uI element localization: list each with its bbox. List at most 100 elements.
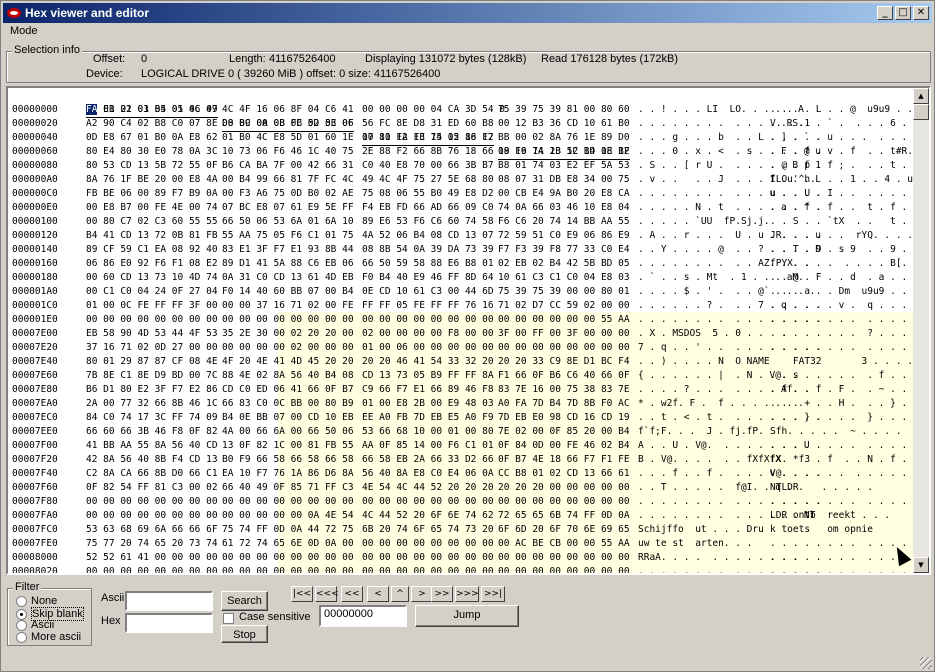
ascii-text-1[interactable]: . A . . r . . . U . u . . . . u [638, 229, 821, 243]
resize-grip-icon[interactable] [920, 657, 932, 669]
ascii-text-1[interactable]: { . . . . . . | . N . V@. . [638, 369, 798, 383]
nav-back-button[interactable]: < [367, 586, 389, 602]
row-offset[interactable]: 000001C0 [12, 299, 82, 313]
hex-bytes-4[interactable]: 71 02 D7 CC 59 02 00 00 [498, 299, 630, 313]
hex-bytes-4[interactable]: 00 00 00 00 00 00 00 00 [498, 495, 630, 509]
row-offset[interactable]: 000000A0 [12, 173, 82, 187]
hex-bytes-2[interactable]: 00 F3 A6 75 0D B0 02 AE [222, 187, 354, 201]
ascii-text-1[interactable]: . . . . . . . . . . . u . . . . [638, 187, 821, 201]
nav-up-button[interactable]: ^ [391, 586, 409, 602]
hex-bytes-2[interactable]: 0A 31 C0 CD 13 61 4D EB [222, 271, 354, 285]
ascii-text-1[interactable]: . . . . . . . . . . . . . . . . [638, 313, 821, 327]
hex-bytes-3[interactable]: 00 00 00 00 00 00 00 00 [362, 551, 494, 565]
hex-bytes-1[interactable]: 53 63 68 69 6A 66 66 6F [86, 523, 218, 537]
hex-bytes-4[interactable]: 08 07 31 DB E8 34 00 75 [498, 173, 630, 187]
row-offset[interactable]: 00007EE0 [12, 425, 82, 439]
filter-more-ascii-radio[interactable]: More ascii [16, 631, 81, 643]
hex-bytes-1[interactable]: 00 E8 B7 00 FE 4E 00 74 [86, 201, 218, 215]
ascii-text-1[interactable]: * . w2f. F . f . . . . . . . [638, 397, 804, 411]
ascii-text-2[interactable]: . . @ . F . . d . a . . . . . . [770, 271, 929, 285]
ascii-text-2[interactable]: . . . . . . . . . . . . . . U. [770, 313, 929, 327]
ascii-text-2[interactable]: LDR ontb reekt . . . [770, 509, 900, 523]
hex-bytes-2[interactable]: 66 50 06 53 6A 01 6A 10 [222, 215, 354, 229]
ascii-text-2[interactable]: V. . .1 . ` . . . . 6 . . a . [770, 117, 929, 131]
hex-bytes-2[interactable]: B4 0E BB 07 00 CD 10 EB [222, 411, 354, 425]
ascii-text-2[interactable]: . . T . 9 . s 9 . . 9 . w3. . [770, 243, 929, 257]
ascii-text-2[interactable]: JR. . . . . . rYQ. . . . . [770, 229, 924, 243]
ascii-text-1[interactable]: . . . . . . . . . . . . . . NT [638, 509, 815, 523]
ascii-text-1[interactable]: . . . . $ . ' . . . @` . . . . [638, 285, 815, 299]
ascii-text-2[interactable]: ILOu'^h. . . 1 . . 4 . u [770, 173, 913, 187]
hex-bytes-3[interactable]: 08 8B 54 0A 39 DA 73 39 [362, 243, 494, 257]
row-offset[interactable]: 000000C0 [12, 187, 82, 201]
ascii-text-2[interactable]: . . . a . . Dm u9u9 . . . . [770, 285, 929, 299]
hex-bytes-3[interactable]: 2E 88 F2 66 8B 76 18 66 [362, 145, 494, 159]
hex-bytes-2[interactable]: 66 40 49 0F 85 71 FF C3 [222, 481, 354, 495]
hex-bytes-4[interactable]: 00 00 00 00 00 00 55 AA [498, 313, 630, 327]
hex-bytes-4[interactable]: 0F B7 4E 18 66 F7 F1 FE [498, 453, 630, 467]
hex-bytes-4[interactable]: BB 00 02 8A 76 1E 89 D0 [498, 131, 630, 145]
hex-bytes-3[interactable]: 89 E6 53 F6 C6 60 74 58 [362, 215, 494, 229]
row-offset[interactable]: 000001A0 [12, 285, 82, 299]
ascii-text-2[interactable]: . . . f . v . f . . t#R. . . . [770, 145, 924, 159]
hex-bytes-3[interactable]: 56 40 8A E8 C0 E4 06 0A [362, 467, 494, 481]
hex-bytes-3[interactable]: 01 00 06 00 00 00 00 00 [362, 341, 494, 355]
hex-bytes-2[interactable]: 00 00 00 00 00 00 00 00 [222, 313, 354, 327]
ascii-text-2[interactable]: fPYX. . . . . . . . B[. . [770, 257, 919, 271]
nav-forward-more-button[interactable]: >> [431, 586, 453, 602]
stop-button[interactable]: Stop [221, 625, 268, 643]
ascii-text-1[interactable]: . . . 0 . x . < . s . . F . @ u [638, 145, 821, 159]
hex-bytes-1[interactable]: 00 00 00 00 00 00 00 00 [86, 313, 218, 327]
hex-bytes-1[interactable]: 66 60 66 3B 46 F8 0F 82 [86, 425, 218, 439]
hex-bytes-1[interactable]: 41 BB AA 55 8A 56 40 CD [86, 439, 218, 453]
ascii-text-1[interactable]: . . . . . N . t . . . . a . ^ . [638, 201, 821, 215]
hex-bytes-2[interactable]: 00 00 00 00 02 00 00 00 [222, 341, 354, 355]
nav-page-forward-button[interactable]: >>> [455, 586, 479, 602]
ascii-text-1[interactable]: Schijffo ut . . . Dru [638, 523, 766, 537]
hex-bytes-3[interactable]: EE A0 FB 7D EB E5 A0 F9 [362, 411, 494, 425]
ascii-text-2[interactable]: . . S . . `tX . . t . . . U [770, 215, 929, 229]
row-offset[interactable]: 00007EC0 [12, 411, 82, 425]
hex-bytes-3[interactable]: 53 66 68 10 00 01 00 80 [362, 425, 494, 439]
filter-none-radio[interactable]: None [16, 595, 57, 607]
hex-bytes-4[interactable]: 74 0A 66 03 46 10 E8 04 [498, 201, 630, 215]
hex-bytes-2[interactable]: 4A 00 66 6A 00 66 50 06 [222, 425, 354, 439]
ascii-text-1[interactable]: . . ! . . . LI LO. . . . . A [638, 103, 804, 117]
hex-bytes-1[interactable]: 80 53 CD 13 5B 72 55 0F [86, 159, 218, 173]
hex-bytes-2[interactable]: 66 83 C0 0C BB 00 80 B9 [222, 397, 354, 411]
hex-bytes-2[interactable]: 00 B4 99 66 81 7F FC 4C [222, 173, 354, 187]
close-button[interactable]: ✕ [913, 6, 929, 20]
row-offset[interactable]: 00007E40 [12, 355, 82, 369]
row-offset[interactable]: 00008000 [12, 551, 82, 565]
hex-bytes-1[interactable]: 80 01 29 87 87 CF 08 4E [86, 355, 218, 369]
jump-button[interactable]: Jump [415, 605, 519, 627]
hex-bytes-2[interactable]: D0 BC 00 08 FB 52 53 06 [222, 117, 354, 131]
hex-bytes-1[interactable]: FB BE 06 00 89 F7 B9 0A [86, 187, 218, 201]
ascii-text-2[interactable]: . . . . . . . . . . . . . . . . [770, 341, 929, 355]
hex-bytes-2[interactable]: 83 E1 3F F7 E1 93 8B 44 [222, 243, 354, 257]
hex-bytes-4[interactable]: 75 39 75 39 81 00 80 60 [498, 103, 630, 117]
hex-bytes-2[interactable]: 4C 4F 16 06 8F 04 C6 41 [222, 103, 354, 117]
row-offset[interactable]: 00007F20 [12, 453, 82, 467]
ascii-text-1[interactable]: . . . . . . ? . . . 7 . q . . . [638, 299, 821, 313]
row-offset[interactable]: 00007F40 [12, 467, 82, 481]
ascii-text-2[interactable]: . . . . . u . . . . . . . . v . . . [770, 131, 929, 145]
hex-bytes-1[interactable]: 52 52 61 41 00 00 00 00 [86, 551, 218, 565]
hex-bytes-4[interactable]: A0 FA 7D B4 7D 8B F0 AC [498, 397, 630, 411]
hex-bytes-2[interactable]: 00 00 37 16 71 02 00 FE [222, 299, 354, 313]
hex-bytes-4[interactable]: 10 61 C3 C1 C0 04 E8 03 [498, 271, 630, 285]
hex-bytes-1[interactable]: 7B 8E C1 8E D9 BD 00 7C [86, 369, 218, 383]
hex-bytes-4[interactable]: 20 20 33 C9 8E D1 BC F4 [498, 355, 630, 369]
ascii-text-2[interactable]: . . . . . . . . . . . . . . . . [770, 495, 929, 509]
hex-bytes-1[interactable]: 89 CF 59 C1 EA 08 92 40 [86, 243, 218, 257]
hex-bytes-3[interactable]: C0 40 E8 70 00 66 3B B7 [362, 159, 494, 173]
hex-bytes-1[interactable]: 37 16 71 02 0D 27 00 00 [86, 341, 218, 355]
hex-bytes-3[interactable]: 56 FC 8E D8 31 ED 60 B8 [362, 117, 494, 131]
row-offset[interactable]: 00007F00 [12, 439, 82, 453]
hex-bytes-1[interactable]: 00 00 00 00 00 00 00 00 [86, 565, 218, 573]
hex-bytes-3[interactable]: 02 00 00 00 00 F8 00 00 [362, 327, 494, 341]
nav-back-more-button[interactable]: << [341, 586, 363, 602]
hex-bytes-3[interactable]: C9 66 F7 E1 66 89 46 F8 [362, 383, 494, 397]
row-offset[interactable]: 000000E0 [12, 201, 82, 215]
row-offset[interactable]: 00007F60 [12, 481, 82, 495]
